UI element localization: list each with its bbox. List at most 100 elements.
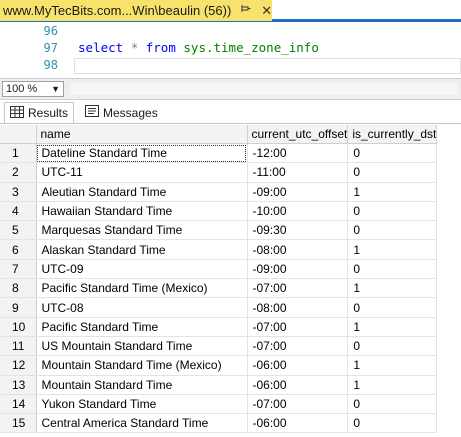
- cell-offset[interactable]: -12:00: [247, 143, 349, 164]
- row-number[interactable]: 10: [0, 317, 37, 337]
- cell-name[interactable]: Yukon Standard Time: [36, 394, 248, 415]
- row-number[interactable]: 3: [0, 182, 37, 202]
- row-number[interactable]: 11: [0, 336, 37, 357]
- cell-name[interactable]: Aleutian Standard Time: [36, 182, 248, 202]
- table-row[interactable]: 5 Marquesas Standard Time -09:30 0: [0, 220, 438, 241]
- row-number[interactable]: 6: [0, 239, 37, 260]
- zoom-select[interactable]: 100 % ▼: [2, 81, 64, 97]
- column-header-offset[interactable]: current_utc_offset: [247, 125, 349, 144]
- cell-offset[interactable]: -07:00: [247, 336, 349, 357]
- close-icon[interactable]: ✕: [261, 3, 272, 19]
- cell-name[interactable]: Mountain Standard Time: [36, 375, 248, 395]
- cell-dst[interactable]: 1: [347, 182, 438, 202]
- table-row[interactable]: 15 Central America Standard Time -06:00 0: [0, 413, 438, 434]
- table-row[interactable]: 10 Pacific Standard Time -07:00 1: [0, 317, 438, 337]
- tab-results-label: Results: [28, 106, 69, 120]
- table-row[interactable]: 9 UTC-08 -08:00 0: [0, 297, 438, 318]
- cell-dst[interactable]: 1: [347, 317, 438, 337]
- row-number[interactable]: 2: [0, 162, 37, 183]
- cell-name[interactable]: Central America Standard Time: [36, 413, 248, 434]
- cell-offset[interactable]: -06:00: [247, 375, 349, 395]
- cell-name[interactable]: UTC-09: [36, 259, 248, 280]
- row-number[interactable]: 14: [0, 394, 37, 415]
- select-all-corner[interactable]: [0, 125, 37, 144]
- query-editor[interactable]: 96 97 98 select * from sys.time_zone_inf…: [0, 22, 461, 78]
- column-header-name[interactable]: name: [36, 125, 248, 144]
- cell-name[interactable]: Pacific Standard Time: [36, 317, 248, 337]
- table-row[interactable]: 4 Hawaiian Standard Time -10:00 0: [0, 201, 438, 222]
- cell-dst[interactable]: 0: [347, 259, 438, 280]
- cell-offset[interactable]: -09:00: [247, 182, 349, 202]
- row-number[interactable]: 8: [0, 278, 37, 299]
- current-line-highlight: [74, 58, 461, 74]
- table-row[interactable]: 14 Yukon Standard Time -07:00 0: [0, 394, 438, 415]
- cell-dst[interactable]: 1: [347, 355, 438, 376]
- row-number[interactable]: 7: [0, 259, 37, 280]
- cell-name[interactable]: UTC-11: [36, 162, 248, 183]
- cell-dst[interactable]: 0: [347, 336, 438, 357]
- table-row[interactable]: 1 Dateline Standard Time -12:00 0: [0, 143, 438, 164]
- cell-name[interactable]: Alaskan Standard Time: [36, 239, 248, 260]
- table-row[interactable]: 6 Alaskan Standard Time -08:00 1: [0, 239, 438, 260]
- table-row[interactable]: 7 UTC-09 -09:00 0: [0, 259, 438, 280]
- horizontal-scrollbar[interactable]: [70, 83, 458, 95]
- object-name: sys.time_zone_info: [183, 40, 319, 55]
- cell-dst[interactable]: 0: [347, 413, 438, 434]
- cell-offset[interactable]: -06:00: [247, 413, 349, 434]
- table-row[interactable]: 13 Mountain Standard Time -06:00 1: [0, 375, 438, 395]
- cell-dst[interactable]: 0: [347, 162, 438, 183]
- grid-icon: [10, 105, 24, 121]
- cell-name[interactable]: Hawaiian Standard Time: [36, 201, 248, 222]
- row-number[interactable]: 13: [0, 375, 37, 395]
- cell-name[interactable]: Mountain Standard Time (Mexico): [36, 355, 248, 376]
- cell-dst[interactable]: 0: [347, 143, 438, 164]
- cell-dst[interactable]: 0: [347, 220, 438, 241]
- results-tab-bar: Results Messages: [0, 100, 461, 124]
- table-row[interactable]: 3 Aleutian Standard Time -09:00 1: [0, 182, 438, 202]
- row-number[interactable]: 5: [0, 220, 37, 241]
- pin-icon[interactable]: [241, 4, 251, 17]
- cell-offset[interactable]: -08:00: [247, 239, 349, 260]
- cell-name[interactable]: Dateline Standard Time: [36, 143, 248, 164]
- cell-offset[interactable]: -07:00: [247, 317, 349, 337]
- cell-dst[interactable]: 1: [347, 375, 438, 395]
- row-number[interactable]: 12: [0, 355, 37, 376]
- results-table: name current_utc_offset is_currently_dst…: [0, 125, 438, 434]
- cell-offset[interactable]: -07:00: [247, 278, 349, 299]
- cell-dst[interactable]: 1: [347, 239, 438, 260]
- cell-offset[interactable]: -06:00: [247, 355, 349, 376]
- row-number[interactable]: 9: [0, 297, 37, 318]
- table-row[interactable]: 12 Mountain Standard Time (Mexico) -06:00 1: [0, 355, 438, 376]
- cell-dst[interactable]: 0: [347, 297, 438, 318]
- cell-name[interactable]: Marquesas Standard Time: [36, 220, 248, 241]
- cell-offset[interactable]: -10:00: [247, 201, 349, 222]
- star-operator: *: [130, 40, 146, 55]
- cell-dst[interactable]: 1: [347, 278, 438, 299]
- cell-offset[interactable]: -09:30: [247, 220, 349, 241]
- header-row: name current_utc_offset is_currently_dst: [0, 125, 438, 144]
- results-grid[interactable]: name current_utc_offset is_currently_dst…: [0, 125, 461, 437]
- cell-dst[interactable]: 0: [347, 394, 438, 415]
- keyword-select: select: [78, 40, 131, 55]
- row-number[interactable]: 1: [0, 143, 37, 164]
- cell-offset[interactable]: -09:00: [247, 259, 349, 280]
- query-tab[interactable]: www.MyTecBits.com...Win\beaulin (56)) ✕: [0, 0, 272, 21]
- cell-dst[interactable]: 0: [347, 201, 438, 222]
- tab-results[interactable]: Results: [4, 102, 75, 123]
- cell-offset[interactable]: -07:00: [247, 394, 349, 415]
- cell-name[interactable]: US Mountain Standard Time: [36, 336, 248, 357]
- code-line-97[interactable]: select * from sys.time_zone_info: [78, 40, 319, 55]
- cell-offset[interactable]: -08:00: [247, 297, 349, 318]
- row-number[interactable]: 4: [0, 201, 37, 222]
- table-row[interactable]: 2 UTC-11 -11:00 0: [0, 162, 438, 183]
- table-row[interactable]: 8 Pacific Standard Time (Mexico) -07:00 1: [0, 278, 438, 299]
- line-number: 97: [43, 41, 58, 55]
- chevron-down-icon: ▼: [51, 84, 60, 94]
- table-row[interactable]: 11 US Mountain Standard Time -07:00 0: [0, 336, 438, 357]
- row-number[interactable]: 15: [0, 413, 37, 434]
- column-header-dst[interactable]: is_currently_dst: [347, 125, 438, 144]
- cell-name[interactable]: Pacific Standard Time (Mexico): [36, 278, 248, 299]
- cell-offset[interactable]: -11:00: [247, 162, 349, 183]
- tab-messages[interactable]: Messages: [80, 102, 163, 123]
- cell-name[interactable]: UTC-08: [36, 297, 248, 318]
